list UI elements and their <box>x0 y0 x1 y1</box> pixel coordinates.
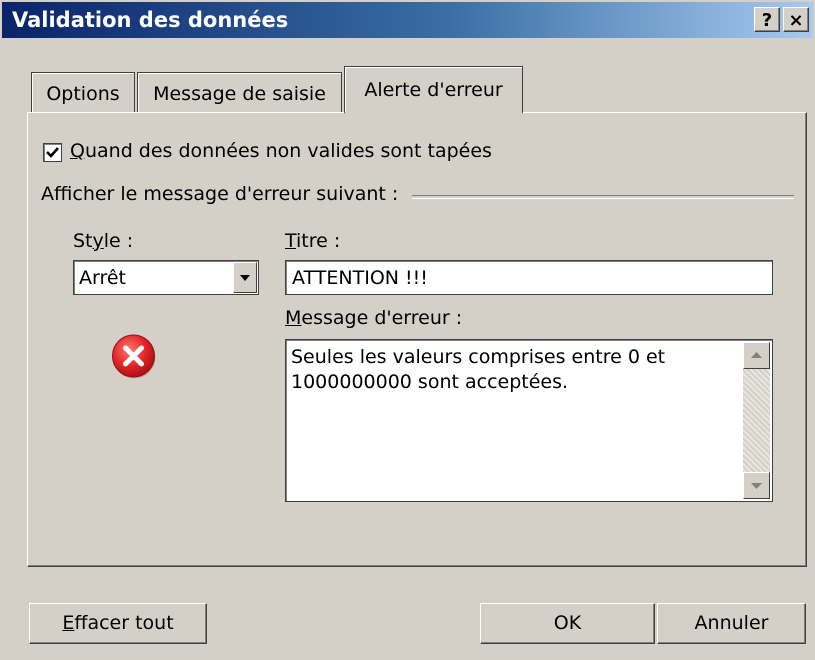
error-message-textarea[interactable]: Seules les valeurs comprises entre 0 et … <box>285 339 773 502</box>
style-dropdown-button[interactable] <box>233 262 257 293</box>
style-select-value: Arrêt <box>79 267 127 289</box>
title-label: Titre : <box>285 230 341 252</box>
tab-message-de-saisie[interactable]: Message de saisie <box>137 72 342 112</box>
tab-options[interactable]: Options <box>31 72 135 112</box>
scroll-down-button[interactable] <box>743 472 770 499</box>
error-alert-checkbox[interactable] <box>43 143 62 162</box>
title-bar[interactable]: Validation des données ? × <box>2 2 813 38</box>
scroll-up-arrow-icon <box>751 352 762 358</box>
window-title: Validation des données <box>12 8 289 32</box>
style-label: Style : <box>73 230 134 252</box>
group-label: Afficher le message d'erreur suivant : <box>41 183 399 205</box>
vertical-scrollbar[interactable] <box>743 342 770 499</box>
ok-button[interactable]: OK <box>480 603 655 644</box>
clear-all-button[interactable]: Effacer tout <box>29 603 207 644</box>
error-alert-checkbox-label[interactable]: Quand des données non valides sont tapée… <box>70 140 492 162</box>
help-button[interactable]: ? <box>754 7 780 32</box>
error-message-text: Seules les valeurs comprises entre 0 et … <box>291 346 666 393</box>
group-divider <box>412 195 794 199</box>
checkmark-icon <box>46 147 59 158</box>
scroll-down-arrow-icon <box>751 483 762 489</box>
scroll-up-button[interactable] <box>743 342 770 369</box>
style-select[interactable]: Arrêt <box>73 260 259 295</box>
message-label: Message d'erreur : <box>285 307 463 329</box>
title-input[interactable]: ATTENTION !!! <box>285 260 773 295</box>
tab-alerte-erreur[interactable]: Alerte d'erreur <box>344 66 523 114</box>
cancel-button[interactable]: Annuler <box>657 603 806 644</box>
data-validation-dialog: Validation des données ? × Options Messa… <box>0 0 815 660</box>
close-button[interactable]: × <box>783 7 809 32</box>
error-stop-icon <box>112 334 156 379</box>
chevron-down-icon <box>240 275 250 281</box>
